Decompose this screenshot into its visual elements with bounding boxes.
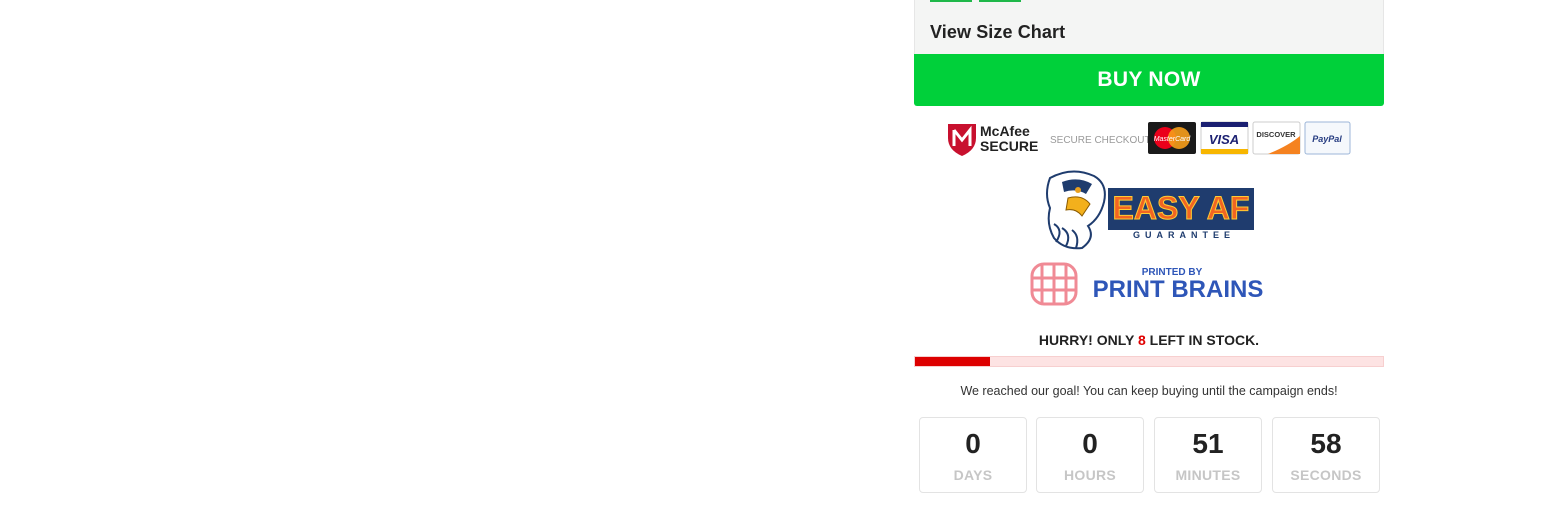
countdown-hours: 0 HOURS [1036,417,1144,493]
trust-badges: McAfee SECURE SECURE CHECKOUT: MasterCar… [948,121,1351,156]
countdown-hours-value: 0 [1082,428,1098,459]
svg-text:PayPal: PayPal [1312,134,1342,144]
countdown-seconds-value: 58 [1310,428,1342,459]
mcafee-label: McAfee [980,123,1030,139]
countdown-days: 0 DAYS [919,417,1027,493]
print-brains-name: PRINT BRAINS [1093,276,1264,303]
countdown-hours-label: HOURS [1063,467,1117,483]
svg-text:MasterCard: MasterCard [1154,136,1192,143]
mcafee-secure-label: SECURE [980,138,1038,154]
paypal-icon: PayPal [1304,121,1351,155]
eagle-icon [1046,170,1106,250]
size-option-swatch[interactable] [930,0,972,2]
stock-count: 8 [1137,332,1146,348]
print-brains-logo: PRINTED BY PRINT BRAINS [1030,262,1264,306]
secure-checkout-label: SECURE CHECKOUT: [1050,135,1152,146]
svg-text:VISA: VISA [1209,132,1239,147]
countdown-days-label: DAYS [953,467,993,483]
countdown-minutes-value: 51 [1192,428,1224,459]
visa-icon: VISA [1200,121,1249,155]
view-size-chart-link[interactable]: View Size Chart [930,22,1065,43]
stock-warning-prefix: HURRY! ONLY [1038,332,1135,348]
countdown-days-value: 0 [965,428,981,459]
countdown-seconds: 58 SECONDS [1272,417,1380,493]
guarantee-title: EASY AF [1113,190,1250,226]
stock-warning-suffix: LEFT IN STOCK. [1149,332,1260,348]
countdown-minutes: 51 MINUTES [1154,417,1262,493]
stock-warning: HURRY! ONLY 8 LEFT IN STOCK. [914,332,1384,348]
brain-icon [1030,262,1078,306]
stock-progress-fill [915,357,990,366]
mastercard-icon: MasterCard [1148,122,1196,154]
discover-icon: DISCOVER [1252,121,1301,155]
countdown-seconds-label: SECONDS [1290,467,1362,483]
product-options-panel: View Size Chart [914,0,1384,54]
countdown-timer: 0 DAYS 0 HOURS 51 MINUTES 58 SECONDS [919,417,1381,493]
mcafee-secure-badge: McAfee SECURE [948,123,1038,156]
stock-progress-bar [914,356,1384,367]
buy-now-button[interactable]: BUY NOW [914,54,1384,106]
easy-af-guarantee-logo: EASY AF GUARANTEE [1046,170,1254,250]
campaign-goal-message: We reached our goal! You can keep buying… [960,384,1338,398]
size-option-swatch[interactable] [979,0,1021,2]
svg-text:DISCOVER: DISCOVER [1256,130,1296,139]
guarantee-subtitle: GUARANTEE [1133,230,1235,240]
countdown-minutes-label: MINUTES [1175,467,1241,483]
